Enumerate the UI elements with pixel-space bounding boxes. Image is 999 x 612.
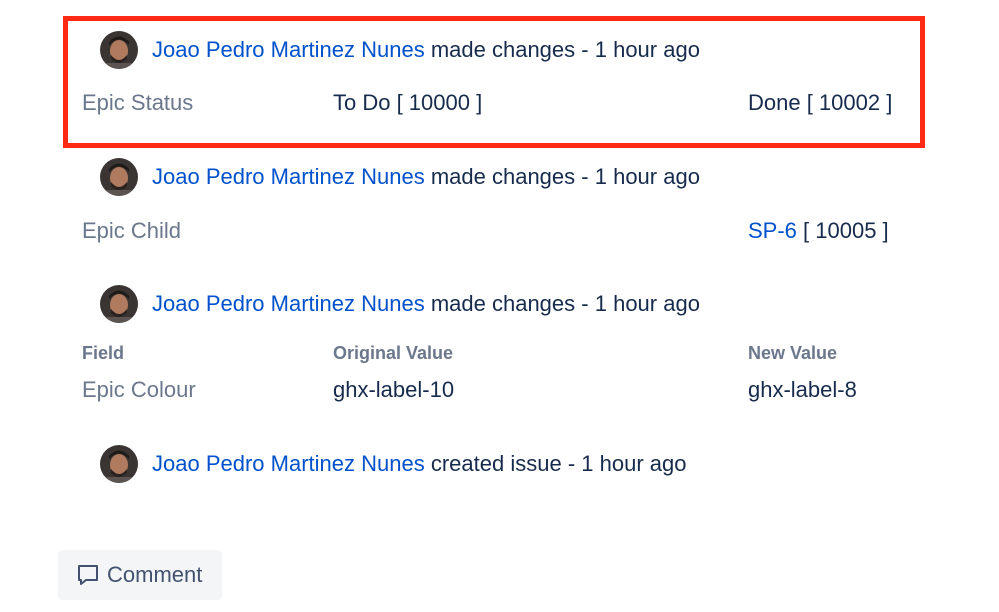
new-value: Done [ 10002 ] — [748, 90, 893, 115]
action-text: made changes — [430, 291, 576, 316]
entry-header-text: Joao Pedro Martinez Nunes made changes -… — [152, 37, 700, 63]
issue-link[interactable]: SP-6 — [748, 218, 797, 243]
column-header-original: Original Value — [333, 343, 454, 363]
issue-id: [ 10005 ] — [803, 218, 889, 243]
new-value: SP-6 [ 10005 ] — [748, 218, 889, 244]
entry-header-text: Joao Pedro Martinez Nunes made changes -… — [152, 291, 700, 317]
field-name: Epic Status — [82, 90, 194, 115]
column-header-new: New Value — [748, 343, 838, 363]
original-value: ghx-label-10 — [333, 377, 455, 402]
entry-header: Joao Pedro Martinez Nunes made changes -… — [100, 284, 700, 324]
entry-header-text: Joao Pedro Martinez Nunes created issue … — [152, 451, 686, 477]
timestamp: 1 hour ago — [581, 451, 687, 476]
entry-header: Joao Pedro Martinez Nunes made changes -… — [100, 157, 700, 197]
field-name: Epic Colour — [82, 377, 196, 402]
original-value: To Do [ 10000 ] — [333, 90, 483, 115]
entry-header-text: Joao Pedro Martinez Nunes made changes -… — [152, 164, 700, 190]
timestamp: 1 hour ago — [594, 291, 700, 316]
avatar[interactable] — [100, 158, 138, 196]
history-panel: Joao Pedro Martinez Nunes made changes -… — [0, 0, 999, 612]
entry-header: Joao Pedro Martinez Nunes made changes -… — [100, 30, 700, 70]
field-name: Epic Child — [82, 218, 182, 243]
timestamp: 1 hour ago — [594, 164, 700, 189]
user-link[interactable]: Joao Pedro Martinez Nunes — [152, 291, 425, 316]
user-link[interactable]: Joao Pedro Martinez Nunes — [152, 37, 425, 62]
separator: - — [581, 164, 589, 189]
avatar[interactable] — [100, 445, 138, 483]
action-text: made changes — [430, 37, 576, 62]
avatar[interactable] — [100, 285, 138, 323]
user-link[interactable]: Joao Pedro Martinez Nunes — [152, 164, 425, 189]
action-text: made changes — [430, 164, 576, 189]
timestamp: 1 hour ago — [594, 37, 700, 62]
separator: - — [581, 291, 589, 316]
avatar[interactable] — [100, 31, 138, 69]
column-header-field: Field — [82, 343, 125, 363]
new-value: ghx-label-8 — [748, 377, 857, 402]
separator: - — [567, 451, 576, 476]
user-link[interactable]: Joao Pedro Martinez Nunes — [152, 451, 425, 476]
entry-header: Joao Pedro Martinez Nunes created issue … — [100, 444, 686, 484]
action-text: created issue — [430, 451, 562, 476]
comment-icon — [76, 563, 100, 587]
separator: - — [581, 37, 589, 62]
comment-button-label: Comment — [107, 562, 203, 587]
comment-button[interactable]: Comment — [58, 550, 222, 600]
